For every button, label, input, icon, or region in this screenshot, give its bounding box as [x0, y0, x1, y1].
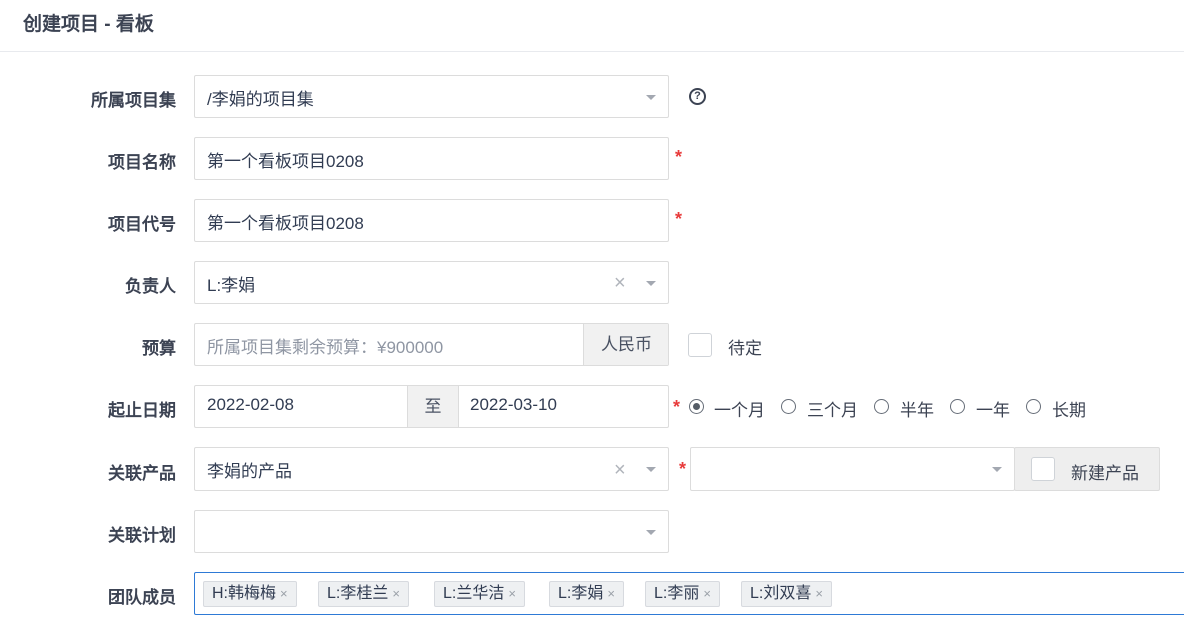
member-tag: H:韩梅梅 ×	[203, 581, 297, 607]
currency-addon: 人民币	[583, 324, 668, 365]
new-product-checkbox[interactable]	[1031, 457, 1055, 481]
new-product-label: 新建产品	[1071, 464, 1139, 483]
chevron-down-icon	[646, 467, 656, 472]
member-tag: L:刘双喜 ×	[741, 581, 832, 607]
owner-select[interactable]: L:李娟 ×	[194, 261, 669, 304]
remove-icon[interactable]: ×	[703, 586, 711, 601]
remove-icon[interactable]: ×	[508, 586, 516, 601]
budget-label: 预算	[142, 339, 176, 358]
remove-icon[interactable]: ×	[607, 586, 615, 601]
radio-label-three-months: 三个月	[807, 401, 858, 420]
product-value: 李娟的产品	[207, 462, 292, 481]
remove-icon[interactable]: ×	[815, 586, 823, 601]
chevron-down-icon	[646, 530, 656, 535]
begin-date-input[interactable]: 2022-02-08	[207, 395, 294, 415]
radio-label-one-month: 一个月	[714, 401, 765, 420]
member-tag: L:李娟 ×	[549, 581, 624, 607]
required-mark: *	[675, 147, 683, 167]
project-name-input[interactable]: 第一个看板项目0208	[194, 137, 669, 180]
date-separator: 至	[407, 386, 459, 427]
chevron-down-icon	[646, 281, 656, 286]
radio-one-year[interactable]	[950, 399, 965, 414]
budget-input[interactable]: 所属项目集剩余预算：¥900000	[207, 333, 443, 358]
tbd-label: 待定	[728, 339, 762, 358]
chevron-down-icon	[646, 95, 656, 100]
radio-one-month[interactable]	[689, 399, 704, 414]
required-mark: *	[673, 397, 681, 417]
radio-long-term[interactable]	[1026, 399, 1041, 414]
product-label: 关联产品	[108, 464, 176, 483]
question-circle-icon[interactable]: ?	[689, 88, 706, 105]
team-label: 团队成员	[108, 588, 176, 607]
project-name-value: 第一个看板项目0208	[207, 152, 364, 171]
team-member-select[interactable]: H:韩梅梅 × L:李桂兰 × L:兰华洁 × L:李娟 × L:李丽 × L:刘双喜 ×	[194, 572, 1184, 615]
plan-select[interactable]	[194, 510, 669, 553]
tbd-checkbox[interactable]	[688, 333, 712, 357]
radio-three-months[interactable]	[781, 399, 796, 414]
owner-label: 负责人	[125, 277, 176, 296]
plan-label: 关联计划	[108, 526, 176, 545]
budget-input-group: 所属项目集剩余预算：¥900000 人民币	[194, 323, 669, 366]
dates-label: 起止日期	[108, 401, 176, 420]
chevron-down-icon	[992, 467, 1002, 472]
member-tag: L:李桂兰 ×	[318, 581, 409, 607]
radio-label-long-term: 长期	[1052, 401, 1086, 420]
project-code-value: 第一个看板项目0208	[207, 214, 364, 233]
code-label: 项目代号	[108, 215, 176, 234]
clear-icon[interactable]: ×	[614, 273, 626, 293]
program-select[interactable]: /李娟的项目集	[194, 75, 669, 118]
new-product-toggle[interactable]: 新建产品	[1014, 447, 1160, 491]
program-value: /李娟的项目集	[207, 90, 314, 109]
remove-icon[interactable]: ×	[280, 586, 288, 601]
radio-label-half-year: 半年	[900, 401, 934, 420]
product-branch-select[interactable]	[690, 447, 1015, 491]
owner-value: L:李娟	[207, 276, 256, 295]
member-tag: L:兰华洁 ×	[434, 581, 525, 607]
name-label: 项目名称	[108, 153, 176, 172]
product-select[interactable]: 李娟的产品 ×	[194, 447, 669, 491]
project-code-input[interactable]: 第一个看板项目0208	[194, 199, 669, 242]
required-mark: *	[679, 459, 687, 479]
required-mark: *	[675, 209, 683, 229]
page-title: 创建项目 - 看板	[23, 14, 154, 35]
date-range-group: 2022-02-08 至 2022-03-10	[194, 385, 669, 428]
page-header: 创建项目 - 看板	[0, 0, 1184, 52]
clear-icon[interactable]: ×	[614, 460, 626, 480]
radio-label-one-year: 一年	[976, 401, 1010, 420]
end-date-input[interactable]: 2022-03-10	[470, 395, 557, 415]
radio-half-year[interactable]	[874, 399, 889, 414]
remove-icon[interactable]: ×	[392, 586, 400, 601]
program-label: 所属项目集	[91, 91, 176, 110]
member-tag: L:李丽 ×	[645, 581, 720, 607]
